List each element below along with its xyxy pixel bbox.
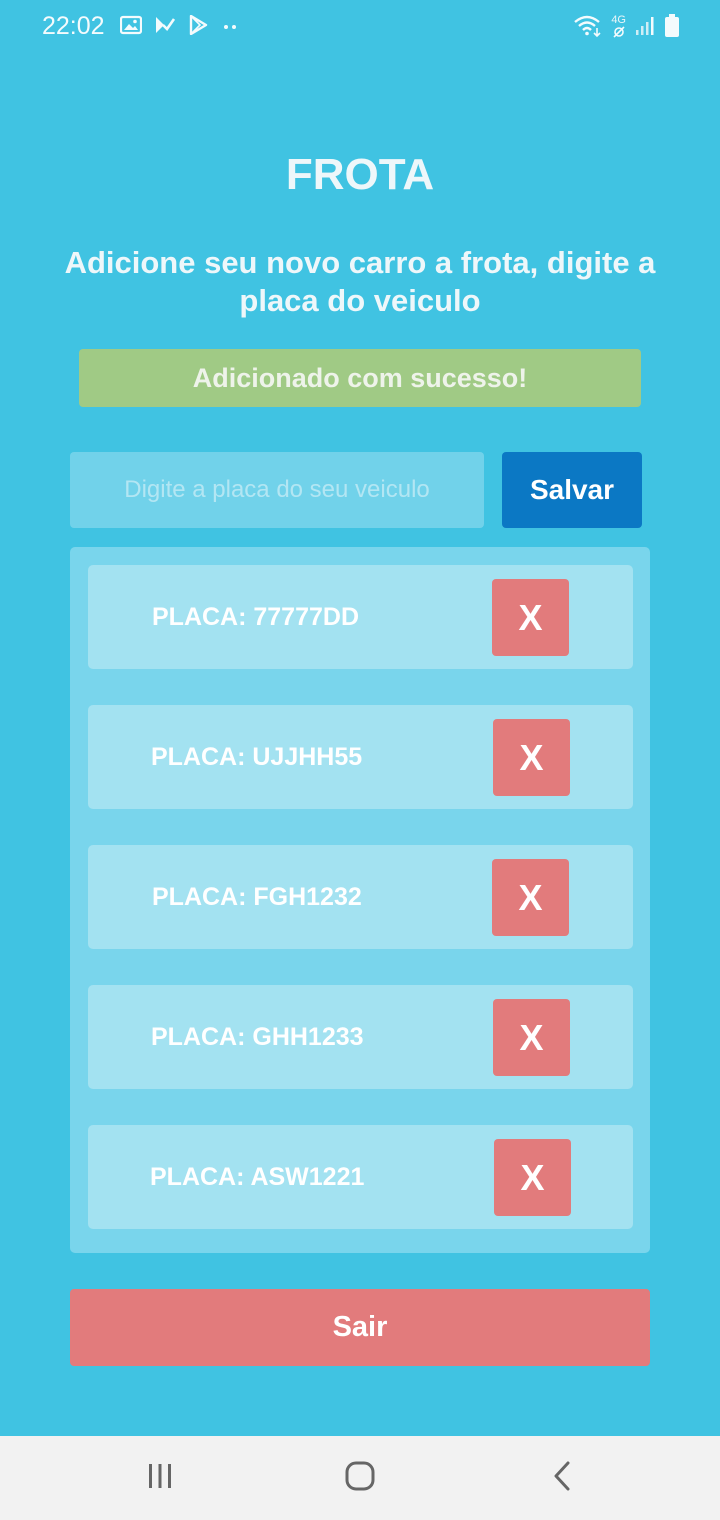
- notification-icons: [120, 15, 238, 35]
- remove-vehicle-button[interactable]: X: [493, 999, 570, 1076]
- play-store-icon: [188, 15, 210, 35]
- gallery-icon: [120, 15, 142, 35]
- vehicle-item: PLACA: ASW1221 X: [88, 1125, 633, 1229]
- vehicle-item: PLACA: FGH1232 X: [88, 845, 633, 949]
- vehicle-plate-label: PLACA: GHH1233: [151, 1023, 364, 1051]
- wifi-icon: [573, 14, 603, 38]
- navigation-bar: [0, 1436, 720, 1520]
- plate-input[interactable]: [70, 452, 484, 528]
- success-banner: Adicionado com sucesso!: [79, 349, 641, 407]
- system-icons: 4G: [573, 14, 680, 38]
- battery-icon: [664, 14, 680, 38]
- home-button[interactable]: [330, 1456, 390, 1500]
- remove-vehicle-button[interactable]: X: [493, 719, 570, 796]
- recent-apps-button[interactable]: [130, 1456, 190, 1500]
- mobile-data-icon: 4G: [611, 13, 626, 38]
- vehicle-item: PLACA: 77777DD X: [88, 565, 633, 669]
- vehicle-item: PLACA: UJJHH55 X: [88, 705, 633, 809]
- vehicle-plate-label: PLACA: 77777DD: [152, 603, 360, 631]
- status-bar: 22:02 4G: [0, 0, 720, 56]
- vehicle-plate-label: PLACA: FGH1232: [152, 883, 362, 911]
- signal-icon: [634, 15, 656, 37]
- remove-vehicle-button[interactable]: X: [492, 859, 569, 936]
- back-icon: [550, 1460, 574, 1497]
- recent-apps-icon: [145, 1462, 175, 1495]
- remove-vehicle-button[interactable]: X: [492, 579, 569, 656]
- more-notifications-icon: [222, 15, 238, 35]
- page-subtitle: Adicione seu novo carro a frota, digite …: [64, 245, 656, 318]
- network-type-label: 4G: [611, 13, 626, 26]
- save-button[interactable]: Salvar: [502, 452, 642, 528]
- page-title: FROTA: [285, 150, 435, 199]
- vehicle-item: PLACA: GHH1233 X: [88, 985, 633, 1089]
- exit-button[interactable]: Sair: [70, 1289, 650, 1366]
- vehicle-list: PLACA: 77777DD X PLACA: UJJHH55 X PLACA:…: [70, 547, 650, 1253]
- remove-vehicle-button[interactable]: X: [494, 1139, 571, 1216]
- task-check-icon: [154, 15, 176, 35]
- back-button[interactable]: [532, 1456, 592, 1500]
- home-icon: [344, 1460, 376, 1497]
- status-time: 22:02: [42, 12, 105, 40]
- vehicle-plate-label: PLACA: ASW1221: [150, 1163, 365, 1191]
- vehicle-plate-label: PLACA: UJJHH55: [151, 743, 363, 771]
